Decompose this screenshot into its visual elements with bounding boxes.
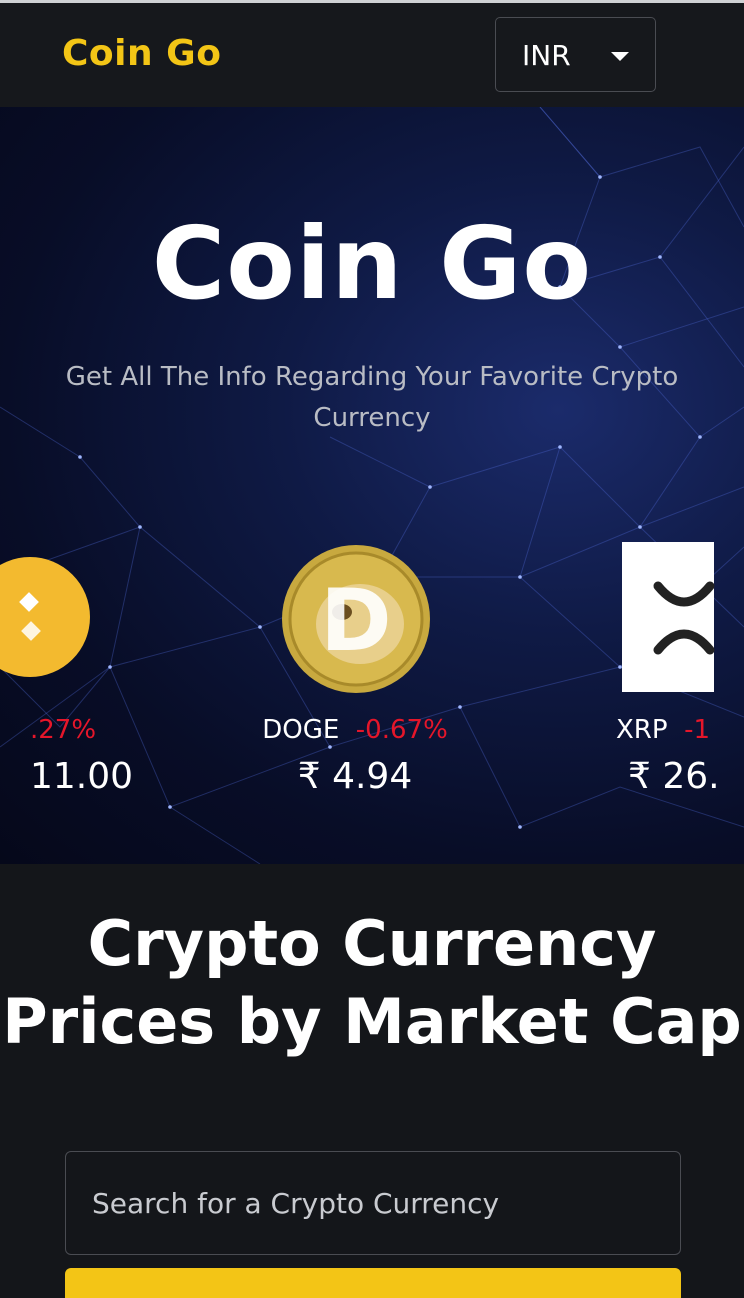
coin-meta: DOGE -0.67% — [230, 715, 480, 745]
coin-change: -1 — [684, 715, 711, 745]
coin-price: ₹ 26. — [628, 756, 720, 797]
coin-meta: XRP -1 — [616, 715, 744, 745]
svg-text:D: D — [320, 571, 391, 671]
market-section-title: Crypto Currency Prices by Market Cap — [2, 907, 742, 1058]
hero-subtitle: Get All The Info Regarding Your Favorite… — [65, 362, 679, 433]
currency-value: INR — [522, 39, 571, 72]
coin-price: ₹ 4.94 — [297, 756, 413, 797]
currency-select[interactable]: INR — [495, 17, 656, 92]
coin-change: .27% — [30, 715, 97, 745]
bnb-coin-icon — [0, 557, 90, 677]
search-input[interactable] — [65, 1151, 681, 1255]
doge-coin-icon: D — [282, 545, 430, 693]
coin-symbol: XRP — [616, 715, 668, 745]
xrp-coin-icon — [622, 542, 715, 692]
caret-down-icon — [611, 52, 629, 61]
hero-title: Coin Go — [151, 205, 593, 322]
coin-change: -0.67% — [355, 715, 448, 745]
brand-logo[interactable]: Coin Go — [62, 33, 221, 74]
app-bar: Coin Go INR — [0, 3, 744, 107]
search-button[interactable] — [65, 1268, 681, 1298]
hero-banner: Coin Go Get All The Info Regarding Your … — [0, 107, 744, 864]
coin-meta: .27% — [0, 715, 130, 745]
coin-price: 11.00 — [30, 756, 134, 797]
coin-symbol: DOGE — [262, 715, 340, 745]
